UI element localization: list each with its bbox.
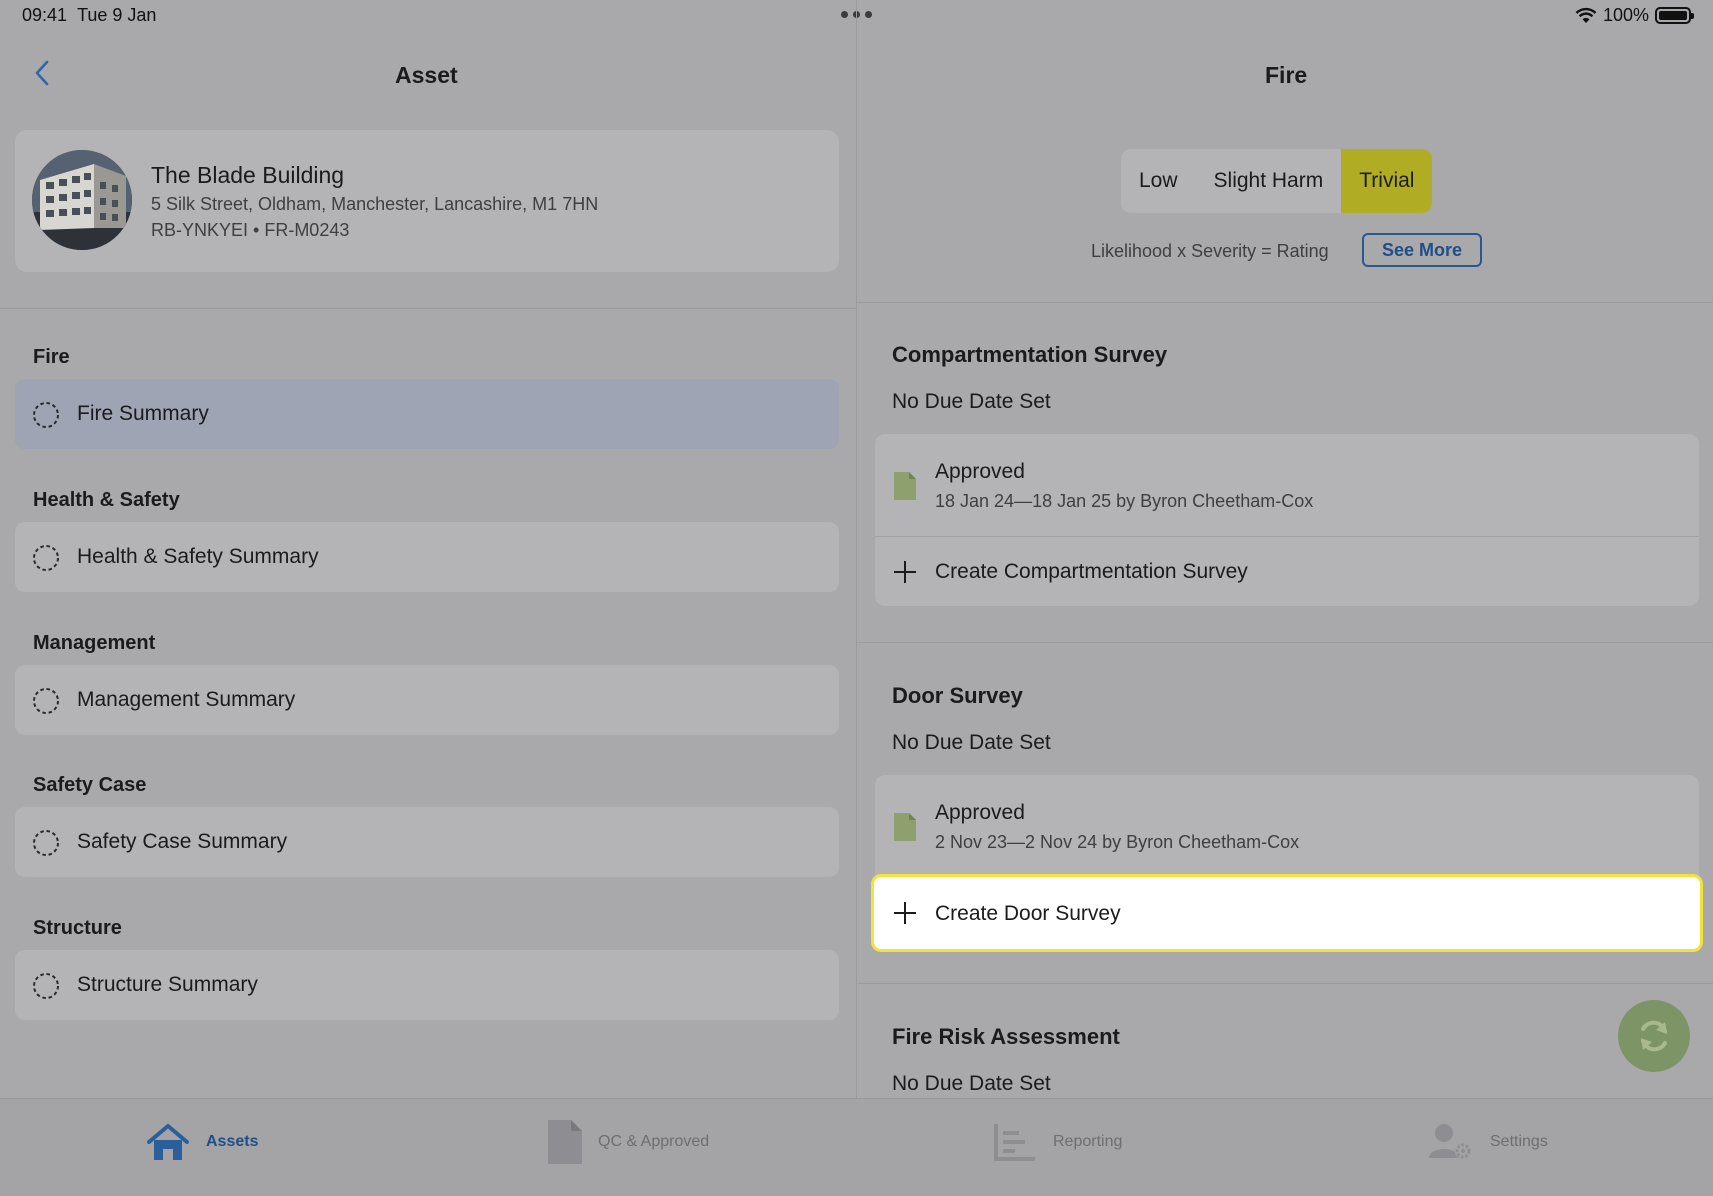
wifi-icon [1575,7,1597,23]
home-icon [147,1124,189,1160]
status-indicators: 100% [1575,5,1694,26]
due-date-text: No Due Date Set [892,1072,1051,1095]
structure-summary-item[interactable]: Structure Summary [15,950,839,1020]
management-summary-item[interactable]: Management Summary [15,665,839,735]
tab-label: QC & Approved [598,1133,710,1150]
see-more-button[interactable]: See More [1362,233,1482,267]
item-label: Health & Safety Summary [77,545,319,568]
document-icon [894,472,916,500]
divider [857,302,1713,303]
document-icon [548,1120,582,1164]
back-chevron-icon[interactable] [28,58,58,88]
rating-segment[interactable]: Trivial [1341,149,1433,213]
clock: 09:41 [22,5,68,25]
tab-settings[interactable]: Settings [1428,1117,1548,1167]
date: Tue 9 Jan [77,5,157,25]
asset-photo [32,150,132,250]
tab-label: Reporting [1053,1133,1123,1150]
item-label: Safety Case Summary [77,830,288,853]
tab-reporting[interactable]: Reporting [993,1117,1122,1167]
section-label-fire: Fire [33,346,70,368]
loading-spinner-icon [33,545,59,571]
door-survey-card: Approved 2 Nov 23—2 Nov 24 by Byron Chee… [871,775,1703,952]
severity-segment[interactable]: Slight Harm [1196,149,1342,213]
button-label: Create Compartmentation Survey [935,560,1248,583]
section-label-management: Management [33,632,156,654]
tab-label: Assets [206,1133,259,1150]
approval-period: 2 Nov 23—2 Nov 24 by Byron Cheetham-Cox [935,832,1300,852]
approved-survey-row[interactable]: Approved 2 Nov 23—2 Nov 24 by Byron Chee… [875,775,1699,877]
rating-formula: Likelihood x Severity = Rating [1091,241,1329,261]
refresh-icon [1641,1020,1667,1052]
loading-spinner-icon [33,688,59,714]
loading-spinner-icon [33,830,59,856]
button-label: Create Door Survey [935,902,1121,925]
document-icon [894,813,916,841]
user-settings-icon [1429,1124,1471,1159]
approval-status: Approved [935,801,1025,824]
risk-rating-control: Low Slight Harm Trivial [1121,149,1433,213]
section-label-structure: Structure [33,917,122,939]
tab-qc-approved[interactable]: QC & Approved [548,1117,709,1167]
battery-percent: 100% [1602,5,1649,25]
section-label-safety-case: Safety Case [33,774,147,796]
create-compartmentation-survey-button[interactable]: Create Compartmentation Survey [875,537,1699,607]
divider [857,642,1713,643]
asset-pane: Asset The Blade Building 5 Silk Street, … [0,32,856,1098]
health-safety-summary-item[interactable]: Health & Safety Summary [15,522,839,592]
plus-icon [894,561,916,583]
survey-title-door: Door Survey [892,683,1023,708]
likelihood-segment[interactable]: Low [1121,149,1196,213]
fire-summary-item[interactable]: Fire Summary [15,379,839,449]
item-label: Structure Summary [77,973,258,996]
item-label: Management Summary [77,688,296,711]
status-time: 09:41 Tue 9 Jan [22,5,156,26]
create-door-survey-button[interactable]: Create Door Survey [871,874,1703,952]
plus-icon [894,902,916,924]
divider [0,308,856,309]
asset-address: 5 Silk Street, Oldham, Manchester, Lanca… [151,194,599,214]
approval-period: 18 Jan 24—18 Jan 25 by Byron Cheetham-Co… [935,491,1314,511]
tab-assets[interactable]: Assets [146,1117,258,1167]
report-icon [994,1124,1035,1161]
loading-spinner-icon [33,402,59,428]
battery-icon [1655,7,1694,24]
due-date-text: No Due Date Set [892,390,1051,413]
divider [857,983,1713,984]
asset-references: RB-YNKYEI • FR-M0243 [151,220,350,240]
fire-pane: Fire Low Slight Harm Trivial Likelihood … [857,32,1713,1098]
tab-bar: Assets QC & Approved Reporting Settings [0,1098,1713,1196]
loading-spinner-icon [33,973,59,999]
survey-title-compartmentation: Compartmentation Survey [892,342,1168,367]
page-title: Asset [395,62,458,88]
compartmentation-survey-card: Approved 18 Jan 24—18 Jan 25 by Byron Ch… [875,434,1699,606]
asset-card[interactable]: The Blade Building 5 Silk Street, Oldham… [15,130,839,272]
safety-case-summary-item[interactable]: Safety Case Summary [15,807,839,877]
section-label-health-safety: Health & Safety [33,489,180,511]
due-date-text: No Due Date Set [892,731,1051,754]
item-label: Fire Summary [77,402,209,425]
tab-label: Settings [1490,1133,1548,1150]
survey-title-fire-risk-assessment: Fire Risk Assessment [892,1024,1120,1049]
asset-name: The Blade Building [151,162,345,188]
approved-survey-row[interactable]: Approved 18 Jan 24—18 Jan 25 by Byron Ch… [875,434,1699,536]
detail-title: Fire [1265,62,1308,88]
sync-button[interactable] [1618,1000,1690,1072]
approval-status: Approved [935,460,1025,483]
